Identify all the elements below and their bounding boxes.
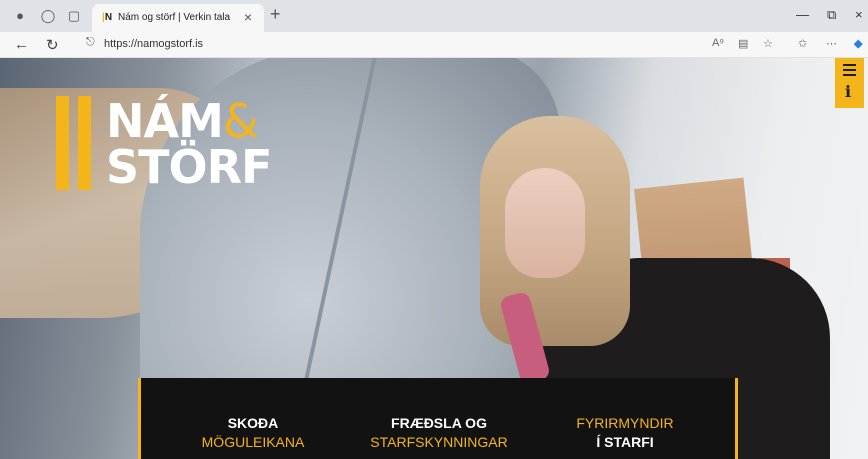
- more-menu-icon[interactable]: ⋯: [826, 37, 837, 50]
- address-toolbar: ← ↻ ⎋ https://namogstorf.is A⁹ ▤ ☆ ✩ ⋯ ◆: [0, 32, 868, 58]
- read-aloud-icon[interactable]: A⁹: [712, 37, 724, 49]
- tab-actions-icon[interactable]: ▢: [66, 8, 82, 24]
- side-menu-button[interactable]: i: [835, 58, 864, 108]
- copilot-icon[interactable]: ◆: [854, 37, 862, 50]
- nav-explore-options[interactable]: SKOÐA MÖGULEIKANA: [163, 414, 343, 452]
- close-window-icon[interactable]: ×: [855, 7, 863, 22]
- logo-bar-right: [78, 96, 91, 190]
- hero-image: NÁM& STÖRF SKOÐA MÖGULEIKANA FRÆÐSLA OG …: [0, 58, 868, 459]
- person-face-shape: [505, 168, 585, 278]
- url-text: https://namogstorf.is: [104, 38, 204, 50]
- app-available-icon[interactable]: ▤: [738, 37, 748, 50]
- workspaces-icon[interactable]: ◯: [40, 8, 56, 24]
- logo-line-1: NÁM&: [106, 94, 259, 148]
- hamburger-icon[interactable]: [843, 64, 856, 76]
- nav-education-introductions[interactable]: FRÆÐSLA OG STARFSKYNNINGAR: [349, 414, 529, 452]
- nav-role-models[interactable]: FYRIRMYNDIR Í STARFI: [535, 414, 715, 452]
- tab-title: Nám og störf | Verkin tala: [118, 12, 231, 23]
- minimize-icon[interactable]: —: [796, 7, 809, 22]
- refresh-icon[interactable]: ↻: [46, 36, 59, 54]
- profile-icon[interactable]: ●: [12, 8, 28, 24]
- favorites-icon[interactable]: ✩: [798, 37, 807, 50]
- favicon-icon: |N: [102, 12, 113, 23]
- logo-bar-left: [56, 96, 69, 190]
- restore-icon[interactable]: ⧉: [827, 7, 836, 23]
- browser-tab-active[interactable]: |N Nám og störf | Verkin tala ×: [92, 4, 264, 32]
- browser-tab-bar: ● ◯ ▢ |N Nám og störf | Verkin tala × + …: [0, 0, 868, 32]
- lock-icon[interactable]: ⎋: [86, 36, 95, 49]
- favorite-star-icon[interactable]: ☆: [763, 37, 773, 50]
- close-tab-icon[interactable]: ×: [244, 9, 252, 25]
- address-bar[interactable]: ⎋ https://namogstorf.is: [78, 34, 698, 55]
- main-nav-panel: SKOÐA MÖGULEIKANA FRÆÐSLA OG STARFSKYNNI…: [138, 378, 738, 459]
- new-tab-icon[interactable]: +: [270, 4, 281, 25]
- back-icon[interactable]: ←: [14, 36, 29, 53]
- info-icon[interactable]: i: [845, 82, 851, 101]
- logo-line-2: STÖRF: [106, 140, 272, 194]
